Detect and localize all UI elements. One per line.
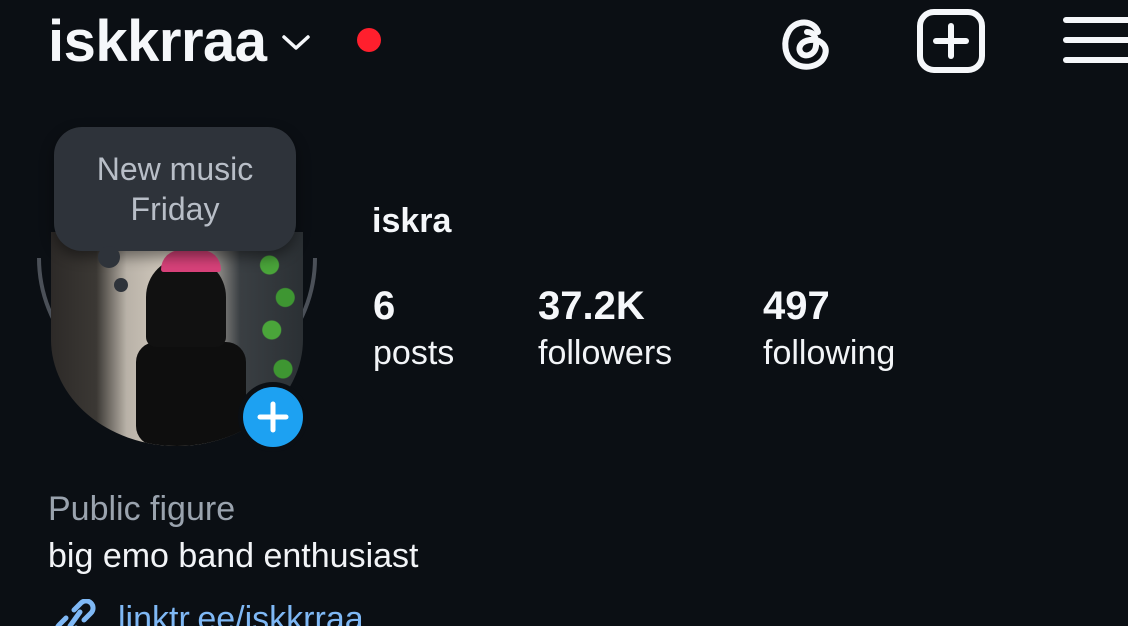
account-switcher-button[interactable]: iskkrraa — [48, 6, 311, 78]
threads-icon[interactable] — [774, 10, 838, 74]
posts-label: posts — [373, 334, 455, 372]
following-count[interactable]: 497 following — [763, 284, 895, 376]
profile-bio: big emo band enthusiast — [48, 537, 419, 575]
profile-link[interactable]: linktr.ee/iskkrraa — [48, 594, 364, 626]
followers-label: followers — [538, 334, 673, 372]
chevron-down-icon — [281, 31, 311, 53]
posts-value: 6 — [373, 284, 396, 328]
plus-icon — [243, 387, 303, 447]
following-label: following — [763, 334, 896, 372]
profile-header: iskkrraa — [0, 0, 1128, 90]
avatar-hair — [161, 250, 221, 272]
profile-category: Public figure — [48, 490, 236, 528]
following-value: 497 — [763, 284, 830, 328]
link-icon — [48, 598, 102, 626]
avatar-figure — [136, 342, 246, 446]
note-text: New music Friday — [96, 151, 254, 227]
note-tail — [98, 246, 120, 268]
notification-dot-icon — [357, 28, 381, 52]
hamburger-menu-icon[interactable] — [1060, 10, 1128, 70]
add-story-button[interactable] — [238, 382, 308, 452]
followers-value: 37.2K — [538, 284, 645, 328]
profile-username: iskkrraa — [48, 9, 267, 74]
followers-count[interactable]: 37.2K followers — [538, 284, 672, 376]
posts-count[interactable]: 6 posts — [373, 284, 454, 376]
create-post-button[interactable] — [916, 8, 986, 74]
display-name: iskra — [372, 202, 452, 240]
profile-link-text: linktr.ee/iskkrraa — [118, 599, 364, 626]
avatar-plant-decor — [256, 252, 301, 382]
note-bubble[interactable]: New music Friday — [54, 127, 296, 251]
note-tail-small — [114, 278, 128, 292]
